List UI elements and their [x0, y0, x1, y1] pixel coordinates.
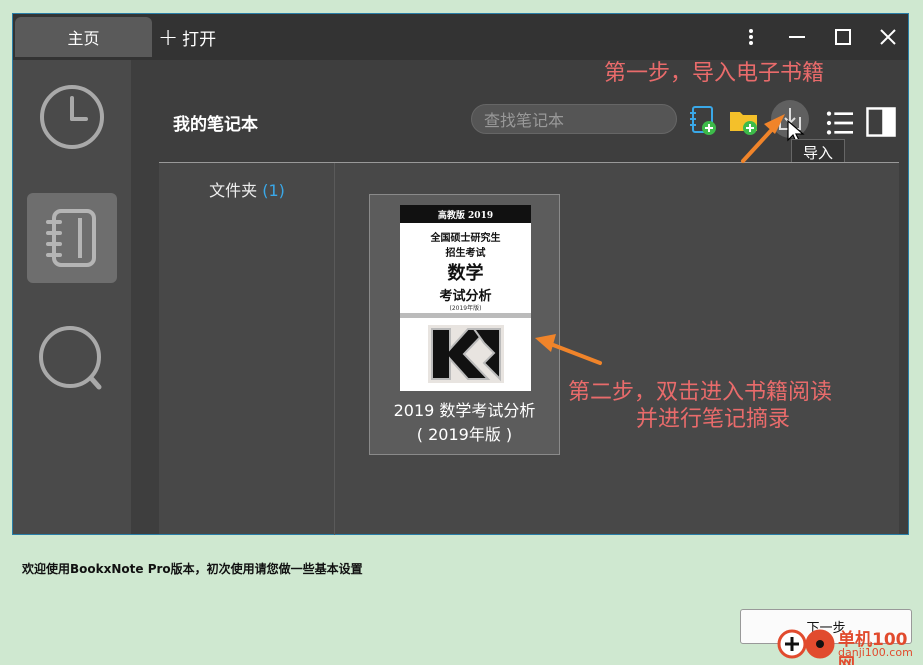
arrow-step1-head — [764, 114, 785, 134]
watermark-line2: danji100.com — [838, 646, 913, 659]
arrow-step2 — [546, 341, 602, 365]
watermark: 单机100网 danji100.com — [776, 622, 923, 665]
arrow-step2-head — [535, 334, 556, 352]
watermark-line1: 单机100网 — [838, 630, 908, 665]
watermark-logo-icon — [777, 629, 835, 659]
welcome-text: 欢迎使用BookxNote Pro版本，初次使用请您做一些基本设置 — [22, 562, 363, 576]
